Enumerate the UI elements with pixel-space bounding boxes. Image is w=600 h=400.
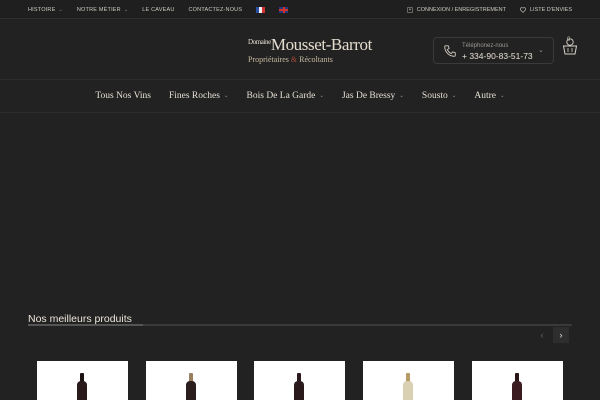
carousel-prev-button[interactable]: ‹ — [534, 327, 550, 343]
nav-label: Fines Roches — [168, 91, 220, 101]
wishlist-label: LISTE D'ENVIES — [529, 6, 572, 13]
top-nav-item-contact[interactable]: CONTACTEZ-NOUS — [189, 7, 243, 13]
logo-subtitle: Propriétaires & Récoltants — [248, 54, 348, 65]
logo-name: DomaineMousset-Barrot — [248, 33, 372, 54]
logo-name-small: Domaine — [248, 38, 271, 46]
site-header: DomaineMousset-Barrot Propriétaires & Ré… — [0, 19, 600, 80]
wine-bottle-image — [294, 373, 304, 400]
wishlist-link[interactable]: LISTE D'ENVIES — [519, 6, 572, 13]
bottle-body — [77, 381, 87, 400]
top-utility-bar: HISTOIRE ⌄ NOTRE MÉTIER ⌄ LE CAVEAU CONTAC… — [0, 0, 600, 19]
cart-button[interactable]: 0 — [562, 37, 578, 56]
top-nav-label: NOTRE MÉTIER — [76, 6, 121, 13]
heart-icon — [519, 6, 526, 13]
phone-icon — [444, 45, 456, 57]
chevron-down-icon: ⌄ — [538, 47, 544, 54]
wine-bottle-image — [77, 373, 87, 400]
bottle-body — [186, 381, 196, 400]
top-nav: HISTOIRE ⌄ NOTRE MÉTIER ⌄ LE CAVEAU CONTAC… — [28, 0, 289, 19]
product-card[interactable] — [146, 361, 237, 400]
nav-item-jas-de-bressy[interactable]: Jas De Bressy ⌄ — [342, 91, 404, 101]
nav-item-fines-roches[interactable]: Fines Roches ⌄ — [169, 91, 229, 101]
product-card[interactable] — [363, 361, 454, 400]
carousel-next-button[interactable]: › — [553, 327, 569, 343]
chevron-down-icon: ⌄ — [399, 93, 404, 99]
nav-label: Jas De Bressy — [341, 91, 396, 101]
chevron-down-icon: ⌄ — [500, 93, 505, 99]
chevron-right-icon: › — [559, 330, 563, 340]
top-nav-item-le-caveau[interactable]: LE CAVEAU — [142, 7, 174, 13]
chevron-left-icon: ‹ — [540, 330, 544, 340]
section-divider-highlight — [28, 324, 143, 326]
phone-contact-box[interactable]: Téléphonez-nous + 334-90-83-51-73 ⌄ — [433, 37, 554, 64]
logo-name-main: Mousset-Barrot — [270, 35, 373, 54]
product-card[interactable] — [472, 361, 563, 400]
product-card[interactable] — [254, 361, 345, 400]
uk-flag-icon[interactable] — [279, 6, 289, 13]
top-nav-label: LE CAVEAU — [142, 6, 175, 13]
wine-bottle-image — [512, 373, 522, 400]
account-label: CONNEXION / ENREGISTREMENT — [416, 6, 506, 13]
bottle-body — [512, 381, 522, 400]
nav-label: Sousto — [421, 91, 448, 101]
chevron-down-icon: ⌄ — [123, 6, 129, 13]
phone-number: + 334-90-83-51-73 — [462, 51, 533, 61]
product-card[interactable] — [37, 361, 128, 400]
account-link[interactable]: CONNEXION / ENREGISTREMENT — [407, 7, 506, 13]
top-nav-label: HISTOIRE — [28, 6, 56, 13]
logo-sub-right: Récoltants — [299, 55, 333, 64]
cart-count: 0 — [567, 37, 571, 43]
main-nav: Tous Nos Vins Fines Roches ⌄ Bois De La G… — [0, 80, 600, 113]
chevron-down-icon: ⌄ — [58, 6, 63, 13]
top-nav-label: CONTACTEZ-NOUS — [188, 6, 243, 13]
nav-item-tous-nos-vins[interactable]: Tous Nos Vins — [95, 91, 151, 101]
top-nav-item-histoire[interactable]: HISTOIRE ⌄ — [28, 7, 63, 13]
chevron-down-icon: ⌄ — [223, 93, 229, 99]
top-nav-item-notre-metier[interactable]: NOTRE MÉTIER ⌄ — [77, 7, 128, 13]
fr-flag-icon[interactable] — [256, 6, 266, 13]
nav-item-autre[interactable]: Autre ⌄ — [474, 91, 504, 101]
wine-bottle-image — [403, 373, 413, 400]
top-right-links: CONNEXION / ENREGISTREMENT LISTE D'ENVIE… — [407, 0, 572, 19]
chevron-down-icon: ⌄ — [319, 93, 324, 99]
wine-bottle-image — [186, 373, 196, 400]
nav-item-bois-de-la-garde[interactable]: Bois De La Garde ⌄ — [247, 91, 324, 101]
bottle-body — [403, 381, 413, 400]
phone-label: Téléphonez-nous — [462, 43, 509, 49]
nav-item-sousto[interactable]: Sousto ⌄ — [422, 91, 456, 101]
logo-sub-amp: & — [290, 55, 298, 64]
nav-label: Bois De La Garde — [246, 91, 316, 101]
bottle-body — [294, 381, 304, 400]
logo-sub-left: Propriétaires — [248, 55, 289, 64]
nav-label: Autre — [474, 91, 497, 101]
chevron-down-icon: ⌄ — [451, 93, 457, 99]
user-icon — [407, 6, 413, 13]
site-logo[interactable]: DomaineMousset-Barrot Propriétaires & Ré… — [248, 33, 372, 65]
nav-label: Tous Nos Vins — [95, 91, 151, 101]
